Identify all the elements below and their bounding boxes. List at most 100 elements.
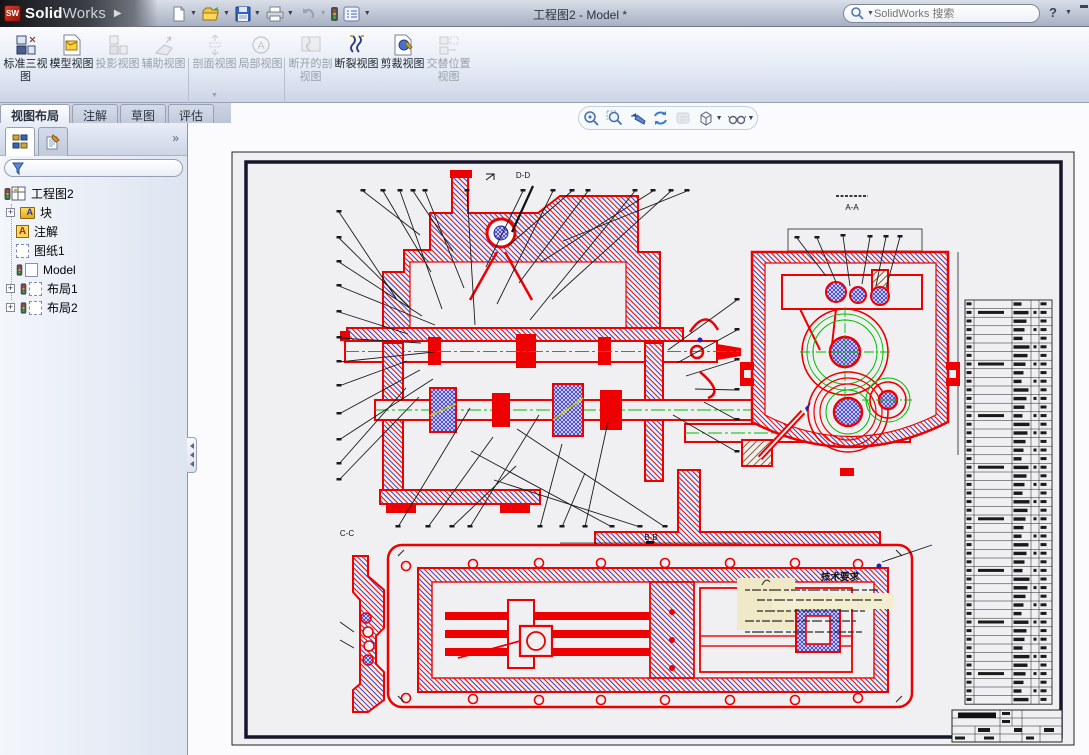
help-button[interactable]: ? [1049, 5, 1057, 20]
bom-table[interactable] [964, 299, 1053, 705]
tree-item-layout1[interactable]: + 布局1 [0, 279, 187, 298]
tree-filter-box[interactable] [4, 159, 183, 177]
new-document-button[interactable]: ▼ [168, 2, 199, 25]
model-view-icon [63, 34, 80, 56]
view-orientation-icon[interactable] [674, 109, 693, 127]
dropdown-arrow-icon: ▼ [715, 114, 723, 122]
section-view-icon [209, 34, 220, 56]
tree-item-sheet1[interactable]: 图纸1 [0, 241, 187, 260]
graphics-area[interactable]: ▼ ▼ A-A B-B C-C D-D 技术要求 [188, 103, 1089, 755]
tab-view-layout[interactable]: 视图布局 [0, 104, 71, 123]
print-icon [266, 6, 284, 21]
model-view-button[interactable]: 模型视图 [49, 30, 94, 100]
solidworks-window: SW SolidWorks ▶ ▼ ▼ ▼ ▼ ▼ ▼ 工程图2 - Model… [0, 0, 1089, 755]
panel-tab-strip: » [0, 123, 187, 156]
standard-3-view-button[interactable]: 标准三视图 [3, 30, 48, 100]
expand-toggle[interactable]: + [6, 284, 15, 293]
undo-button[interactable]: ▼ [296, 2, 329, 25]
tree-item-layout2[interactable]: + 布局2 [0, 298, 187, 317]
property-manager-icon [46, 134, 60, 150]
tab-sketch[interactable]: 草图 [120, 104, 167, 123]
zoom-to-fit-icon[interactable] [582, 109, 601, 127]
expand-toggle[interactable]: + [6, 208, 15, 217]
broken-out-section-icon [301, 36, 320, 52]
crop-view-button[interactable]: 剪裁视图 [380, 30, 425, 100]
display-style-button[interactable]: ▼ [697, 109, 723, 127]
solidworks-logo[interactable]: SW SolidWorks ▶ [0, 0, 158, 27]
alternate-position-view-button[interactable]: 交替位置视图 [426, 30, 471, 100]
feature-tree-icon [12, 134, 28, 149]
projected-view-button[interactable]: 投影视图 [95, 30, 140, 100]
new-document-icon [173, 6, 185, 21]
open-button[interactable]: ▼ [199, 2, 232, 25]
options-button[interactable]: ▼ [340, 2, 373, 25]
zoom-to-area-icon[interactable] [605, 109, 624, 127]
tree-item-model[interactable]: Model [0, 260, 187, 279]
quick-access-toolbar: ▼ ▼ ▼ ▼ ▼ ▼ [168, 0, 373, 25]
tab-annotation[interactable]: 注解 [72, 104, 119, 123]
ribbon-tab-strip: 视图布局 注解 草图 评估 [0, 103, 231, 123]
break-view-icon [349, 35, 364, 53]
dropdown-arrow-icon[interactable]: ▼ [223, 10, 230, 17]
expand-toggle[interactable]: + [6, 303, 15, 312]
search-input[interactable] [873, 7, 1014, 20]
feature-manager-panel: » 工程图2 + 块 A 注解 [0, 123, 188, 755]
detail-view-button[interactable]: A 局部视图 [238, 30, 283, 100]
sheet-icon [16, 243, 29, 258]
drawing-grid-icon [11, 186, 26, 201]
app-name: SolidWorks [25, 5, 106, 22]
panel-splitter-handle[interactable] [187, 437, 197, 473]
alternate-position-view-icon [439, 36, 458, 55]
dropdown-arrow-icon[interactable]: ▼ [254, 10, 261, 17]
blocks-folder-icon [20, 206, 35, 219]
search-scope-arrow-icon[interactable]: ▼ [867, 10, 874, 17]
layout-sheet-icon [20, 300, 42, 315]
feature-tree: 工程图2 + 块 A 注解 图纸1 Model [0, 180, 187, 317]
dropdown-arrow-icon: ▼ [319, 10, 327, 17]
tree-item-blocks[interactable]: + 块 [0, 203, 187, 222]
panel-expand-chevron[interactable]: » [172, 131, 179, 145]
print-button[interactable]: ▼ [263, 2, 296, 25]
auxiliary-view-icon [154, 36, 173, 56]
model-sheet-icon [16, 262, 38, 277]
drawing-sheet-canvas[interactable]: A-A B-B C-C D-D 技术要求 [188, 103, 1089, 755]
tree-item-annotations[interactable]: A 注解 [0, 222, 187, 241]
previous-view-icon[interactable] [628, 109, 647, 127]
hide-show-items-icon [727, 115, 746, 125]
solidworks-cube-icon: SW [4, 5, 21, 22]
document-title: 工程图2 - Model * [532, 8, 628, 22]
break-view-button[interactable]: 断裂视图 [334, 30, 379, 100]
section-view-dropdown-icon: ▼ [211, 92, 218, 99]
search-box[interactable]: ▼ [843, 4, 1040, 23]
auxiliary-view-button[interactable]: 辅助视图 [141, 30, 186, 100]
feature-tree-tab[interactable] [5, 127, 35, 156]
annotations-icon: A [16, 225, 29, 238]
dropdown-arrow-icon[interactable]: ▼ [364, 10, 371, 17]
minimize-button[interactable] [1080, 5, 1088, 8]
save-icon [235, 6, 251, 21]
search-icon [851, 7, 864, 20]
tab-evaluate[interactable]: 评估 [168, 104, 215, 123]
dropdown-arrow-icon[interactable]: ▼ [190, 10, 197, 17]
property-manager-tab[interactable] [38, 127, 68, 156]
options-list-icon [343, 6, 360, 21]
section-view-button[interactable]: 剖面视图 ▼ [192, 30, 237, 100]
save-button[interactable]: ▼ [232, 2, 263, 25]
redraw-icon[interactable] [651, 109, 670, 127]
menu-flyout-arrow-icon[interactable]: ▶ [114, 8, 122, 19]
tree-item-drawing-root[interactable]: 工程图2 [0, 184, 187, 203]
layout-sheet-icon [20, 281, 42, 296]
hide-show-items-button[interactable]: ▼ [727, 109, 755, 127]
help-dropdown-arrow-icon[interactable]: ▼ [1065, 9, 1072, 16]
display-style-icon [700, 111, 712, 126]
rebuild-traffic-light-icon [330, 6, 338, 21]
dropdown-arrow-icon[interactable]: ▼ [287, 10, 294, 17]
dropdown-arrow-icon: ▼ [747, 114, 755, 122]
title-block[interactable] [951, 709, 1063, 743]
svg-text:A: A [257, 40, 265, 52]
rebuild-button[interactable] [329, 2, 340, 25]
command-manager: 标准三视图 模型视图 投影视图 辅助视图 剖面视图 ▼ A 局部视图 断开的剖视… [0, 27, 1089, 124]
undo-icon [302, 7, 314, 19]
broken-out-section-button[interactable]: 断开的剖视图 [288, 30, 333, 100]
section-view-b-b[interactable]: B-B [386, 533, 933, 709]
